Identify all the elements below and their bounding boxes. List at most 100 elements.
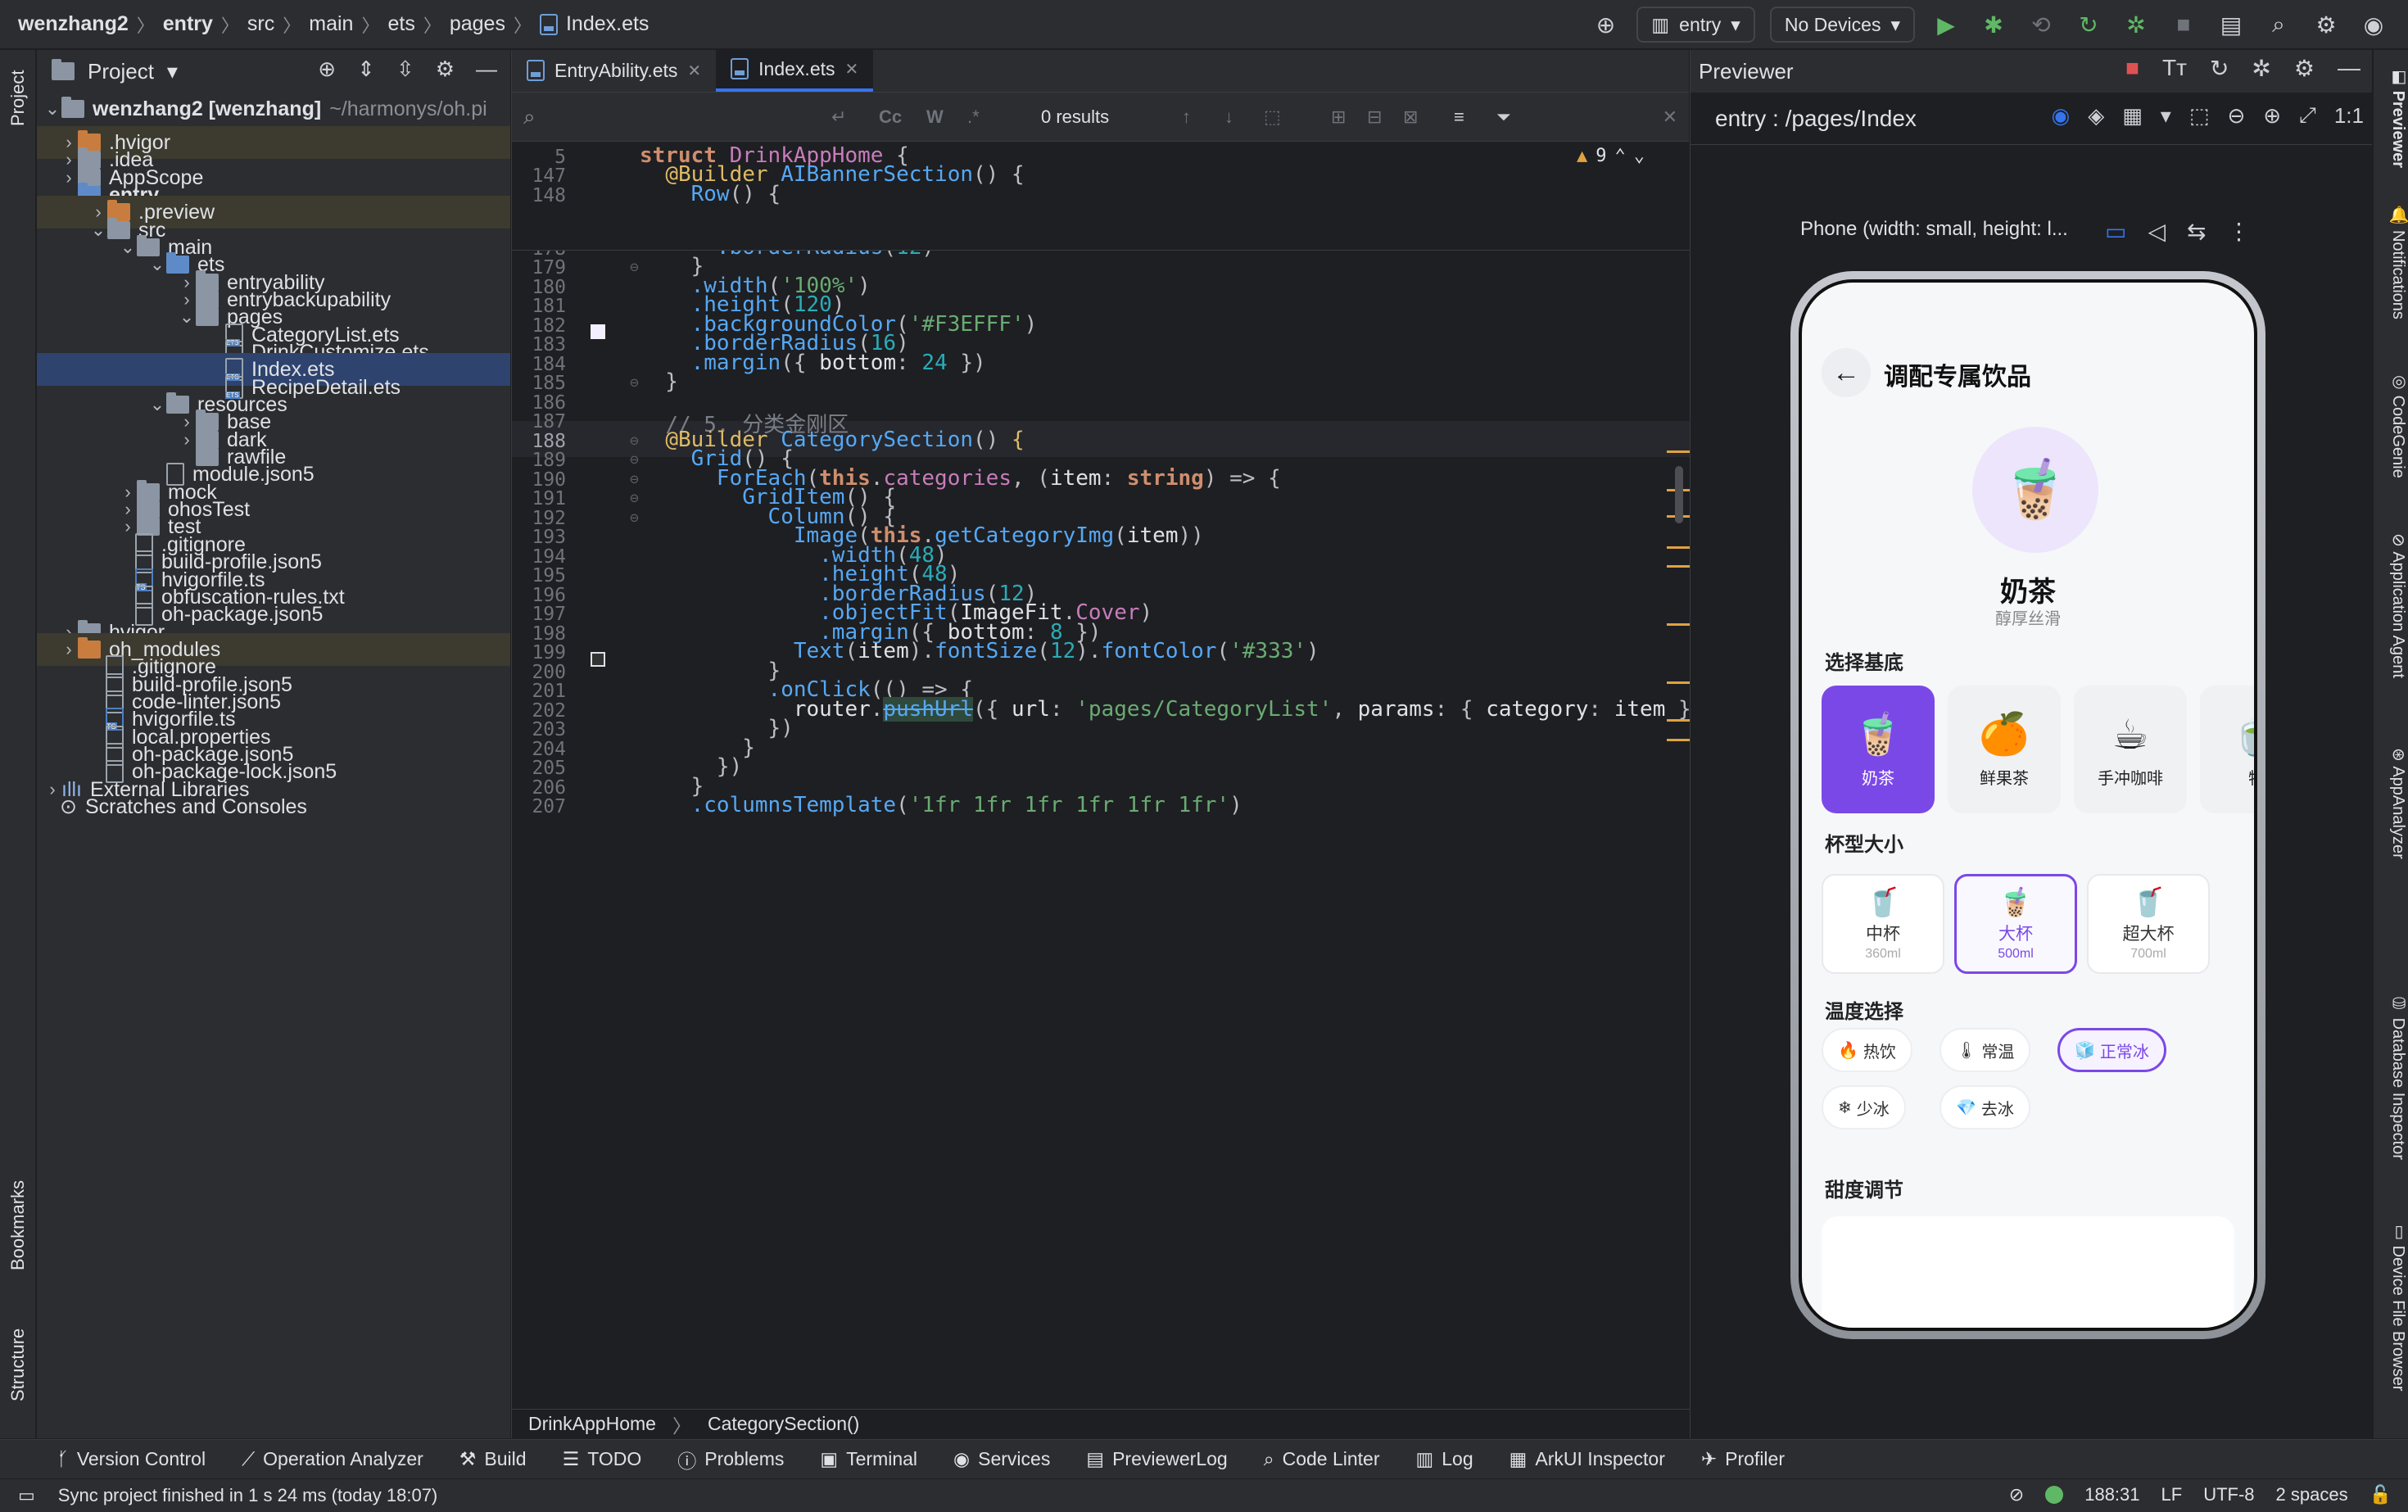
stop-preview-icon[interactable]: ■ bbox=[2125, 55, 2139, 82]
fold-marker-icon[interactable]: ⊖ bbox=[630, 259, 639, 276]
device-file-browser-tool-tab[interactable]: ▯ Device File Browser bbox=[2375, 1221, 2408, 1434]
match-case-toggle[interactable]: Cc bbox=[879, 106, 902, 128]
fold-marker-icon[interactable]: ⊖ bbox=[630, 490, 639, 507]
open-in-window-icon[interactable]: ≡ bbox=[1454, 106, 1464, 128]
build-tab[interactable]: ⚒ Build bbox=[459, 1448, 527, 1470]
zoom-in-icon[interactable]: ⊕ bbox=[2263, 103, 2281, 129]
font-size-icon[interactable]: Tт bbox=[2162, 55, 2187, 82]
tree-root[interactable]: ⌄ wenzhang2 [wenzhang] ~/harmonys/oh.pi bbox=[37, 93, 510, 125]
warning-marker[interactable] bbox=[1667, 565, 1690, 568]
multi-device-icon[interactable]: ✲ bbox=[2252, 55, 2270, 82]
find-input[interactable] bbox=[553, 101, 815, 134]
back-arrow-icon[interactable]: ← bbox=[1822, 348, 1871, 397]
size-card-medium[interactable]: 🥤 中杯 360ml bbox=[1822, 874, 1944, 974]
color-swatch[interactable] bbox=[591, 324, 605, 339]
caret-position[interactable]: 188:31 bbox=[2084, 1484, 2139, 1505]
close-icon[interactable]: ✕ bbox=[687, 61, 701, 81]
status-ok-icon[interactable] bbox=[2045, 1486, 2064, 1504]
status-message[interactable]: Sync project finished in 1 s 24 ms (toda… bbox=[58, 1485, 437, 1506]
application-agent-tool-tab[interactable]: ⊘ Application Agent bbox=[2375, 533, 2408, 746]
notifications-tool-tab[interactable]: 🔔 Notifications bbox=[2375, 206, 2408, 386]
appanalyzer-tool-tab[interactable]: ⊛ AppAnalyzer bbox=[2375, 748, 2408, 928]
run-icon[interactable]: ▶ bbox=[1930, 8, 1962, 41]
breadcrumb-file[interactable]: Index.ets bbox=[566, 12, 649, 36]
warning-marker[interactable] bbox=[1667, 450, 1690, 453]
arkui-inspector-tab[interactable]: ▦ ArkUI Inspector bbox=[1510, 1448, 1665, 1470]
temp-chip-room[interactable]: 🌡 常温 bbox=[1940, 1028, 2031, 1072]
temp-chip-less-ice[interactable]: ❄ 少冰 bbox=[1822, 1085, 1906, 1129]
prev-occurrence-icon[interactable]: ↑ bbox=[1182, 106, 1191, 128]
base-card-fruit-tea[interactable]: 🍊 鲜果茶 bbox=[1948, 686, 2061, 813]
fold-marker-icon[interactable]: ⊖ bbox=[630, 471, 639, 488]
collapse-all-icon[interactable]: ⇳ bbox=[396, 57, 414, 82]
apply-changes-icon[interactable]: ↻ bbox=[2072, 8, 2105, 41]
refresh-icon[interactable]: ↻ bbox=[2210, 55, 2229, 82]
code-linter-tab[interactable]: ⌕ Code Linter bbox=[1264, 1448, 1380, 1470]
device-manager-icon[interactable]: ▤ bbox=[2215, 8, 2247, 41]
whole-word-toggle[interactable]: W bbox=[926, 106, 944, 128]
fold-marker-icon[interactable]: ⊖ bbox=[630, 509, 639, 527]
log-tab[interactable]: ▥ Log bbox=[1416, 1448, 1473, 1470]
breadcrumb-pages[interactable]: pages bbox=[450, 12, 505, 36]
breadcrumb-main[interactable]: main bbox=[309, 12, 353, 36]
temp-chip-normal-ice[interactable]: 🧊 正常冰 bbox=[2057, 1028, 2166, 1072]
settings-gear-icon[interactable]: ⚙ bbox=[2310, 8, 2342, 41]
warning-marker[interactable] bbox=[1667, 681, 1690, 684]
warning-marker[interactable] bbox=[1667, 623, 1690, 626]
project-panel-title[interactable]: Project bbox=[88, 59, 154, 84]
breadcrumb-ets[interactable]: ets bbox=[387, 12, 414, 36]
scrollbar-thumb[interactable] bbox=[1675, 466, 1683, 523]
chevron-up-icon[interactable]: ⌃ bbox=[1615, 146, 1626, 166]
hide-icon[interactable]: — bbox=[476, 57, 497, 82]
code-breadcrumb-method[interactable]: CategorySection() bbox=[708, 1413, 859, 1435]
fold-marker-icon[interactable]: ⊖ bbox=[630, 451, 639, 469]
hide-icon[interactable]: — bbox=[2338, 55, 2360, 82]
version-control-tab[interactable]: ᚶ Version Control bbox=[57, 1448, 206, 1470]
breadcrumb-module[interactable]: entry bbox=[163, 12, 213, 36]
inspector-icon[interactable]: ◉ bbox=[2052, 103, 2071, 129]
add-selection-icon[interactable]: ⊞ bbox=[1331, 106, 1346, 128]
tab-index[interactable]: Index.ets ✕ bbox=[716, 49, 874, 92]
stop-icon[interactable]: ■ bbox=[2167, 8, 2200, 41]
sweetness-card[interactable] bbox=[1822, 1216, 2234, 1328]
profiler-tab[interactable]: ✈ Profiler bbox=[1701, 1448, 1785, 1470]
device-frame-icon[interactable]: ▭ bbox=[2105, 218, 2126, 245]
fold-marker-icon[interactable]: ⊖ bbox=[630, 374, 639, 392]
problems-tab[interactable]: ⓘ Problems bbox=[677, 1446, 784, 1474]
select-frame-icon[interactable]: ⬚ bbox=[2189, 103, 2210, 129]
chevron-down-icon[interactable]: ▾ bbox=[167, 59, 178, 84]
gear-icon[interactable]: ⚙ bbox=[436, 57, 455, 82]
previewerlog-tab[interactable]: ▤ PreviewerLog bbox=[1086, 1448, 1227, 1470]
back-triangle-icon[interactable]: ◁ bbox=[2148, 218, 2166, 245]
tab-entryability[interactable]: EntryAbility.ets ✕ bbox=[512, 49, 716, 92]
services-tab[interactable]: ◉ Services bbox=[953, 1448, 1050, 1470]
tree-item-scratches[interactable]: ⊙ Scratches and Consoles bbox=[37, 790, 510, 823]
temp-chip-hot[interactable]: 🔥 热饮 bbox=[1822, 1028, 1912, 1072]
chevron-down-icon[interactable]: ▾ bbox=[2161, 103, 2171, 129]
indent-setting[interactable]: 2 spaces bbox=[2276, 1484, 2348, 1505]
warning-marker[interactable] bbox=[1667, 719, 1690, 722]
fold-marker-icon[interactable]: ⊖ bbox=[630, 432, 639, 450]
no-tracking-icon[interactable]: ⊘ bbox=[2009, 1484, 2024, 1505]
structure-tool-tab[interactable]: Structure bbox=[0, 1311, 36, 1418]
code-area[interactable]: 176 .height(100) 177 .objectFit(ImageFit… bbox=[512, 143, 1690, 1438]
debug-icon[interactable]: ✱ bbox=[1977, 8, 2010, 41]
base-card-milk-tea[interactable]: 🧋 奶茶 bbox=[1822, 686, 1935, 813]
exclude-icon[interactable]: ⊠ bbox=[1403, 106, 1418, 128]
terminal-tab[interactable]: ▣ Terminal bbox=[820, 1448, 917, 1470]
select-all-occurrences-icon[interactable]: ⬚ bbox=[1264, 106, 1281, 128]
base-card-coffee[interactable]: ☕ 手冲咖啡 bbox=[2074, 686, 2187, 813]
temp-chip-no-ice[interactable]: 💎 去冰 bbox=[1940, 1085, 2030, 1129]
breadcrumb-project[interactable]: wenzhang2 bbox=[18, 12, 129, 36]
zoom-out-icon[interactable]: ⊖ bbox=[2227, 103, 2245, 129]
warning-marker[interactable] bbox=[1667, 546, 1690, 549]
color-swatch[interactable] bbox=[591, 652, 605, 667]
more-icon[interactable]: ⋮ bbox=[2227, 218, 2250, 245]
previewer-tool-tab[interactable]: ◧ Previewer bbox=[2375, 66, 2408, 222]
actual-size-icon[interactable]: 1:1 bbox=[2334, 103, 2364, 129]
locate-icon[interactable]: ⊕ bbox=[318, 57, 336, 82]
target-icon[interactable]: ⊕ bbox=[1589, 8, 1622, 41]
next-occurrence-icon[interactable]: ↓ bbox=[1224, 106, 1233, 128]
codegenie-tool-tab[interactable]: ◎ CodeGenie bbox=[2375, 371, 2408, 527]
fit-screen-icon[interactable]: ⤢ bbox=[2299, 102, 2316, 129]
